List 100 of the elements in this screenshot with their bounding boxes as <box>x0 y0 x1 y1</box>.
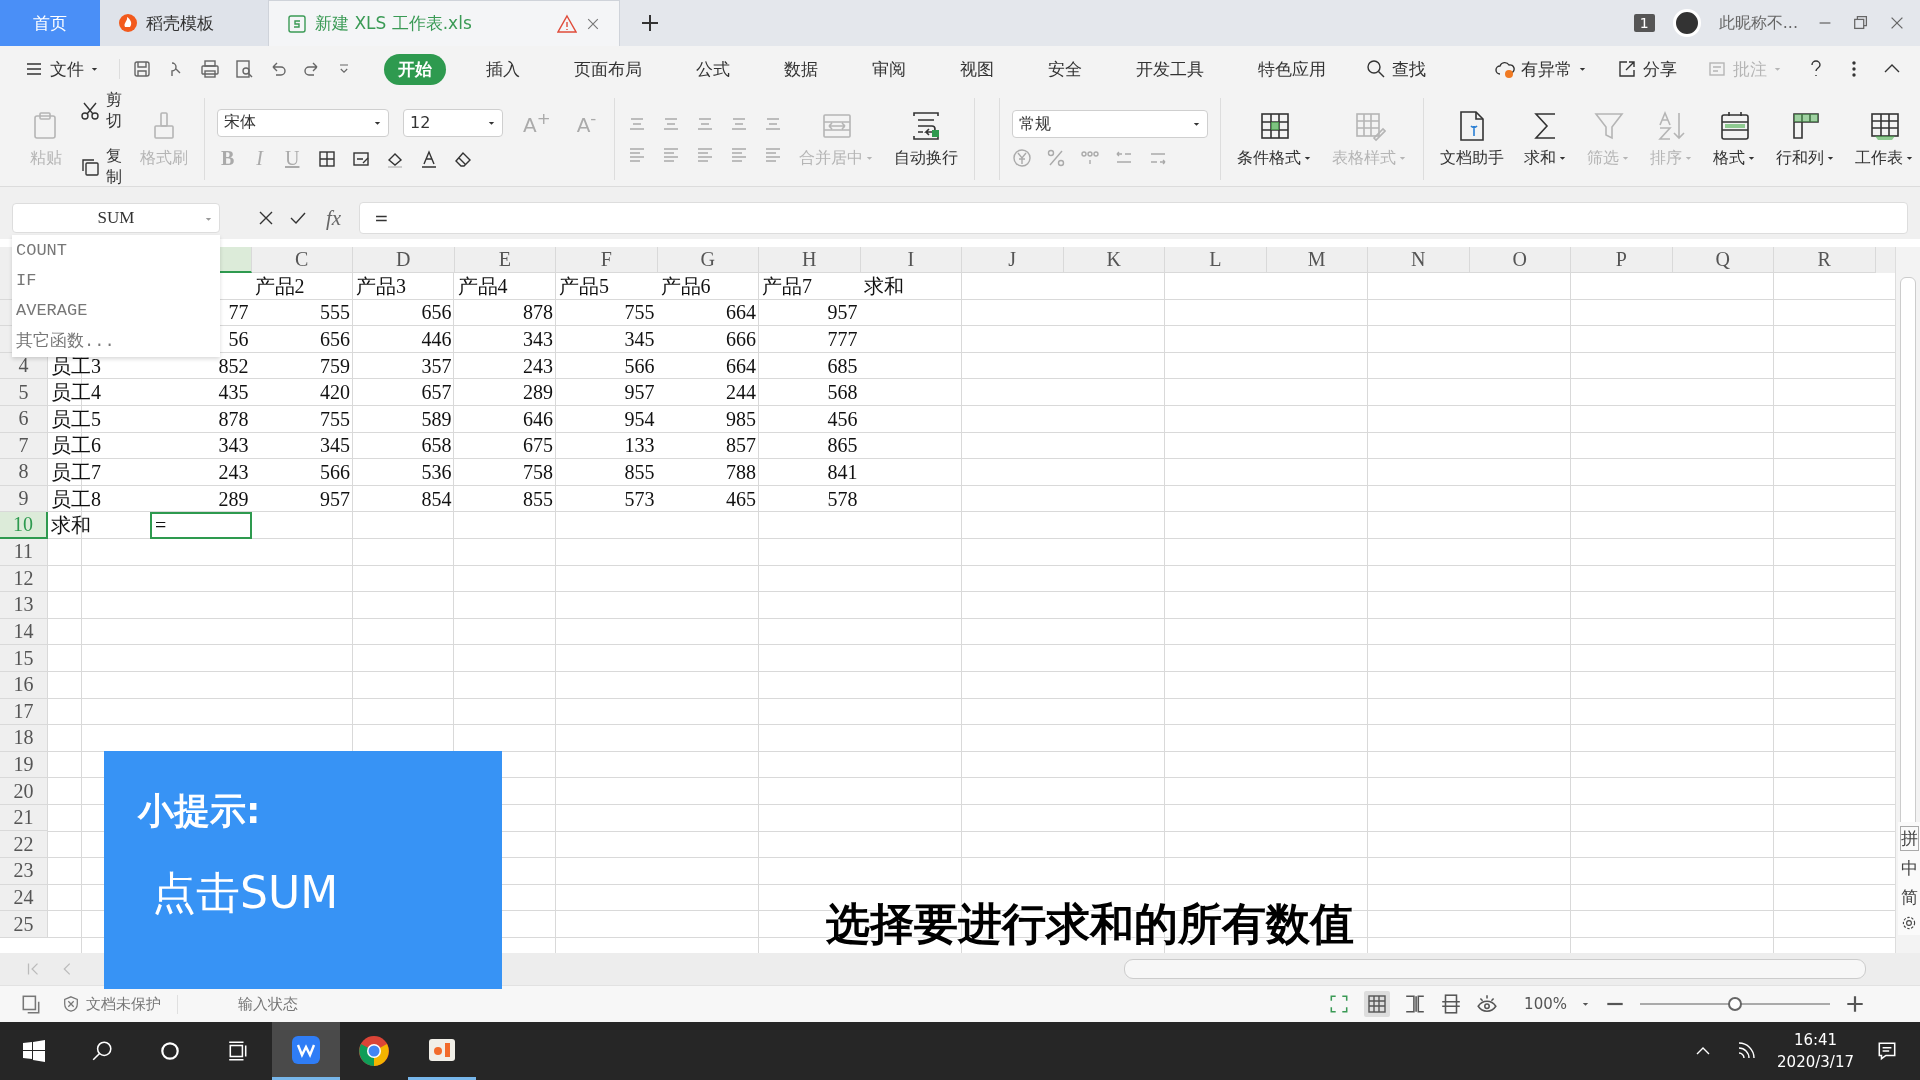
ribbon-button[interactable]: 自动换行 <box>890 105 963 173</box>
font-name-field[interactable]: 宋体 <box>217 108 389 137</box>
page-break-icon[interactable] <box>1404 993 1427 1015</box>
ime-button[interactable]: 简 <box>1900 886 1918 909</box>
scissors-icon[interactable] <box>80 101 100 121</box>
plus-icon[interactable] <box>640 13 660 33</box>
ribbon-button[interactable]: 文档助手 <box>1436 105 1509 173</box>
clock-date[interactable]: 2020/3/17 <box>1777 1053 1854 1071</box>
settings-icon[interactable] <box>1901 915 1917 931</box>
avatar[interactable] <box>1672 9 1701 37</box>
sheet-view-icon[interactable] <box>20 993 42 1015</box>
ribbon-tab[interactable]: 开发工具 <box>1122 53 1218 85</box>
row-header[interactable]: 11 <box>0 538 48 566</box>
ribbon-tab[interactable]: 安全 <box>1034 53 1096 85</box>
row-header[interactable]: 13 <box>0 592 48 619</box>
user-name[interactable]: 此昵称不... <box>1718 12 1798 34</box>
save-icon[interactable] <box>132 59 152 79</box>
font-size-field[interactable]: 12 <box>403 108 503 137</box>
row-header[interactable]: 18 <box>0 725 48 752</box>
document-tab[interactable]: 稻壳模板 <box>100 0 268 46</box>
row-header[interactable]: 24 <box>0 884 48 912</box>
row-header[interactable]: 17 <box>0 698 48 726</box>
insert-function-button[interactable]: fx <box>320 205 348 231</box>
zoom-level[interactable]: 100% <box>1512 995 1567 1013</box>
input-method-menu[interactable]: 拼 中 简 <box>1898 822 1920 935</box>
ime-button[interactable]: 中 <box>1900 857 1918 880</box>
column-header[interactable]: I <box>860 247 962 273</box>
search-button[interactable]: 查找 <box>1360 53 1432 85</box>
row-header[interactable]: 20 <box>0 778 48 805</box>
function-menu-item[interactable]: COUNT <box>12 235 220 265</box>
document-tab[interactable]: 新建 XLS 工作表.xls <box>268 0 620 46</box>
column-header[interactable]: Q <box>1672 247 1774 273</box>
column-header[interactable]: K <box>1063 247 1165 273</box>
clock-time[interactable]: 16:41 <box>1793 1031 1838 1049</box>
row-header[interactable]: 23 <box>0 858 48 885</box>
number-format-field[interactable]: 常规 <box>1012 110 1209 138</box>
ribbon-button[interactable]: 格式 <box>1709 105 1761 173</box>
row-header[interactable]: 8 <box>0 459 48 486</box>
row-header[interactable]: 15 <box>0 645 48 672</box>
row-header[interactable]: 12 <box>0 565 48 593</box>
row-header[interactable]: 25 <box>0 911 48 938</box>
ribbon-tab[interactable]: 插入 <box>472 53 534 85</box>
protection-status[interactable]: 文档未保护 <box>62 994 178 1014</box>
row-header[interactable]: 6 <box>0 405 48 433</box>
copy-icon[interactable] <box>80 157 100 177</box>
column-header[interactable]: C <box>251 247 353 273</box>
name-box[interactable]: SUM <box>12 203 220 233</box>
restore-icon[interactable] <box>1852 14 1870 32</box>
ribbon-tab[interactable]: 数据 <box>770 53 832 85</box>
column-header[interactable]: D <box>353 247 455 273</box>
column-header[interactable]: F <box>556 247 658 273</box>
row-header[interactable]: 21 <box>0 804 48 832</box>
column-header[interactable]: E <box>454 247 556 273</box>
ime-button[interactable]: 拼 <box>1899 826 1919 851</box>
column-header[interactable]: G <box>657 247 759 273</box>
file-menu[interactable]: 文件 <box>18 53 105 85</box>
ribbon-tab[interactable]: 特色应用 <box>1244 53 1340 85</box>
ribbon-tab[interactable]: 公式 <box>682 53 744 85</box>
window-count-badge[interactable]: 1 <box>1633 14 1655 32</box>
ribbon-button[interactable]: 工作表 <box>1851 105 1919 173</box>
row-header[interactable]: 5 <box>0 379 48 406</box>
column-header[interactable]: R <box>1774 247 1876 273</box>
ribbon-button[interactable]: 复制 <box>78 144 124 190</box>
column-header[interactable]: P <box>1571 247 1673 273</box>
ribbon-tab[interactable]: 审阅 <box>858 53 920 85</box>
ribbon-tab[interactable]: 开始 <box>384 53 446 85</box>
notification-icon[interactable] <box>1876 1040 1898 1062</box>
row-header[interactable]: 16 <box>0 671 48 699</box>
row-header[interactable]: 7 <box>0 432 48 460</box>
ribbon-tab[interactable]: 视图 <box>946 53 1008 85</box>
column-header[interactable]: N <box>1368 247 1470 273</box>
column-header[interactable]: M <box>1266 247 1368 273</box>
slider-thumb[interactable] <box>1728 997 1742 1011</box>
column-header[interactable]: O <box>1469 247 1571 273</box>
row-header[interactable]: 22 <box>0 831 48 859</box>
eye-icon[interactable] <box>1476 993 1499 1015</box>
function-menu-item[interactable]: AVERAGE <box>12 295 220 325</box>
function-menu-item[interactable]: IF <box>12 265 220 295</box>
row-header[interactable]: 19 <box>0 751 48 779</box>
normal-view-icon[interactable] <box>1367 994 1388 1014</box>
column-header[interactable]: J <box>962 247 1064 273</box>
flame-icon[interactable] <box>118 13 138 33</box>
taskbar-app[interactable] <box>272 1022 340 1080</box>
ribbon-button[interactable]: 剪切 <box>78 88 124 134</box>
formula-field[interactable]: = <box>359 202 1908 234</box>
ribbon-button[interactable]: 条件格式 <box>1233 105 1317 173</box>
function-menu-item[interactable]: 其它函数... <box>12 325 220 355</box>
print-icon[interactable] <box>200 59 220 79</box>
toolbar-button[interactable]: 有异常 <box>1489 53 1593 85</box>
borders-icon[interactable] <box>317 148 338 169</box>
column-header[interactable]: L <box>1165 247 1267 273</box>
print-preview-icon[interactable] <box>234 59 254 79</box>
ribbon-tab[interactable]: 页面布局 <box>560 53 656 85</box>
horizontal-scrollbar[interactable] <box>1124 959 1866 979</box>
column-header[interactable]: H <box>759 247 861 273</box>
ribbon-button[interactable]: 行和列 <box>1772 105 1840 173</box>
row-header[interactable]: 14 <box>0 618 48 646</box>
spreadsheet-icon[interactable] <box>287 13 307 34</box>
ribbon-button[interactable]: 求和 <box>1520 105 1572 173</box>
row-header[interactable]: 9 <box>0 485 48 513</box>
